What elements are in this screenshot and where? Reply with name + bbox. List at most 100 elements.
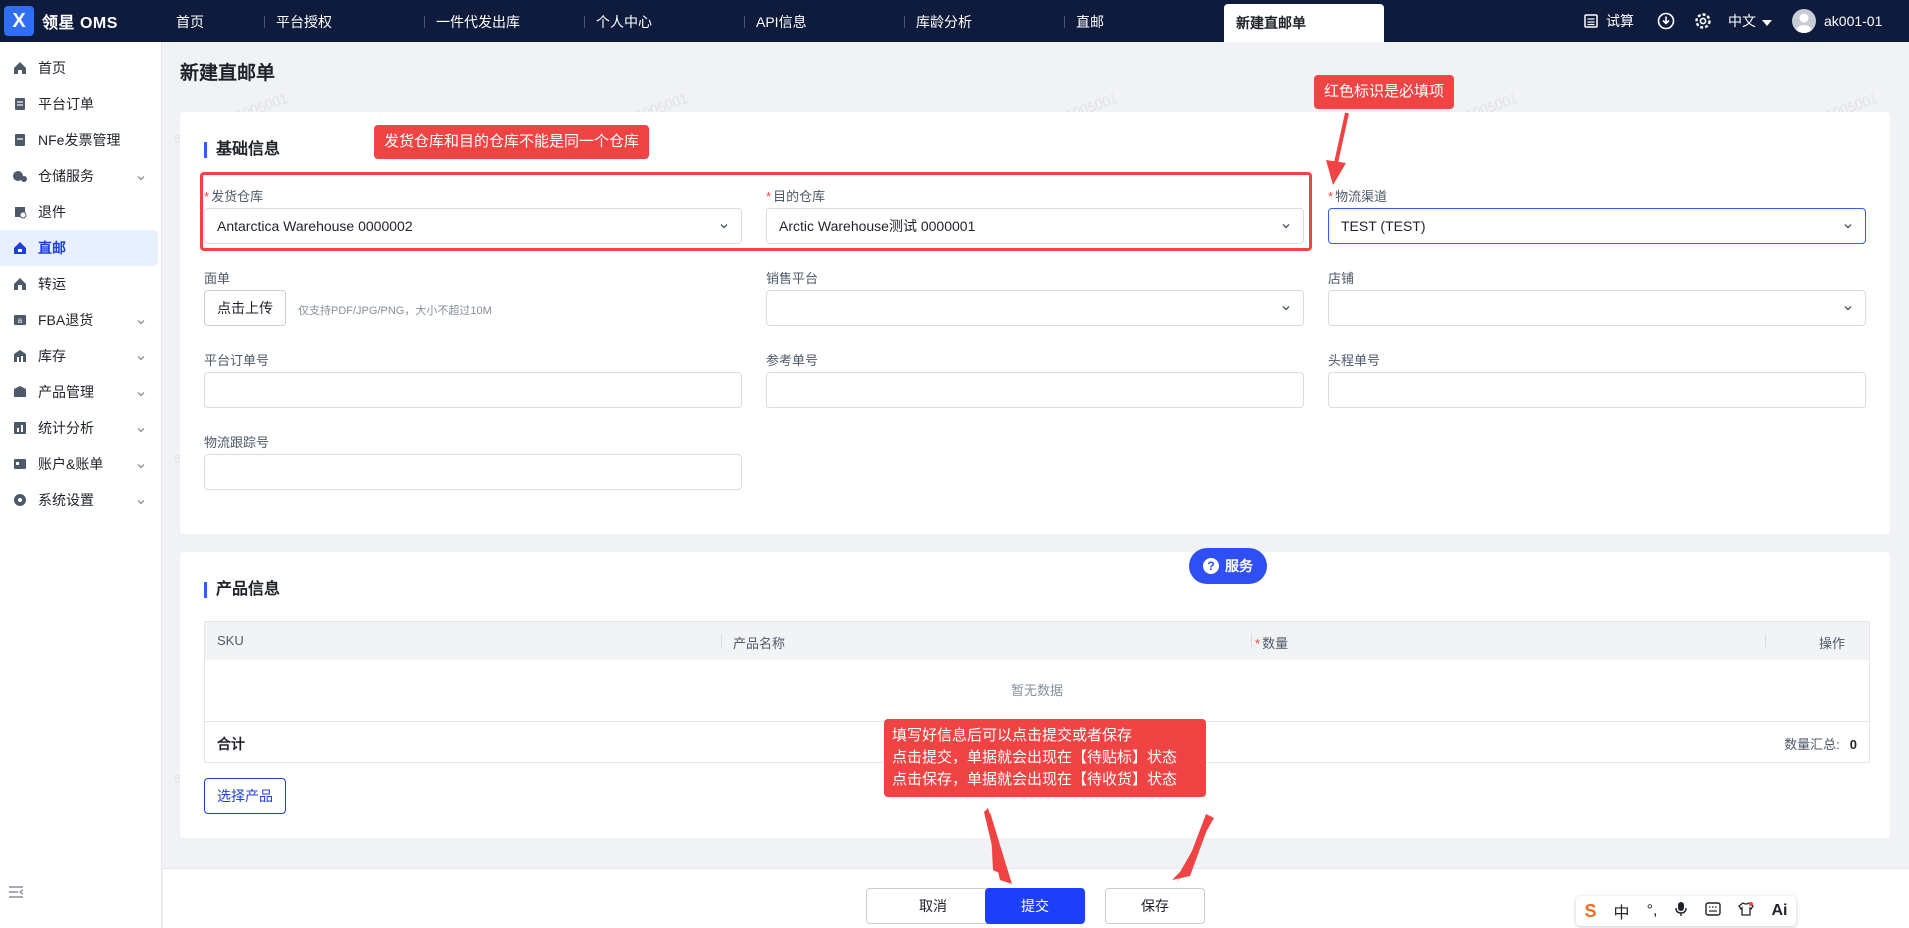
sidebar-item-transfer[interactable]: 转运 bbox=[0, 266, 158, 302]
tracking-number-input[interactable] bbox=[204, 454, 742, 490]
basic-info-title: 基础信息 bbox=[204, 142, 280, 158]
download-icon bbox=[1657, 12, 1675, 30]
avatar-icon bbox=[1792, 9, 1816, 33]
stats-icon bbox=[12, 420, 28, 436]
sidebar-item-product[interactable]: 产品管理 bbox=[0, 374, 158, 410]
shop-select[interactable] bbox=[1328, 290, 1866, 326]
trial-calc-button[interactable]: 试算 bbox=[1582, 0, 1634, 42]
sales-platform-select[interactable] bbox=[766, 290, 1304, 326]
required-note-callout: 红色标识是必填项 bbox=[1314, 75, 1455, 109]
headhaul-number-label: 头程单号 bbox=[1328, 353, 1381, 368]
topnav-tab-home[interactable]: 首页 bbox=[176, 0, 204, 42]
topnav-tab-new-direct-mail[interactable]: 新建直邮单 bbox=[1224, 4, 1384, 42]
ime-punctuation-icon[interactable]: °, bbox=[1647, 902, 1658, 920]
sidebar-item-label: 平台订单 bbox=[38, 96, 94, 112]
topnav-tab-dropship-outbound[interactable]: 一件代发出库 bbox=[436, 0, 520, 42]
reference-number-input[interactable] bbox=[766, 372, 1304, 408]
platform-order-input[interactable] bbox=[204, 372, 742, 408]
save-button[interactable]: 保存 bbox=[1105, 888, 1205, 924]
column-separator bbox=[721, 634, 722, 648]
sidebar: 首页平台订单 NFe发票管理 仓储服务退件直邮 转运 a FBA退货库存产品管理 统计分析账… bbox=[0, 42, 162, 928]
headhaul-number-input[interactable] bbox=[1328, 372, 1866, 408]
trial-calc-label: 试算 bbox=[1606, 13, 1634, 29]
settings-icon bbox=[12, 492, 28, 508]
logistics-channel-value: TEST (TEST) bbox=[1341, 218, 1426, 234]
sidebar-item-order[interactable]: 平台订单 bbox=[0, 86, 158, 122]
sales-platform-label: 销售平台 bbox=[766, 271, 819, 286]
sidebar-item-label: 仓储服务 bbox=[38, 168, 94, 184]
sidebar-item-label: 首页 bbox=[38, 60, 66, 76]
sidebar-item-direct-mail[interactable]: 直邮 bbox=[0, 230, 158, 266]
sidebar-item-account[interactable]: 账户&账单 bbox=[0, 446, 158, 482]
submit-note-line: 填写好信息后可以点击提交或者保存 bbox=[892, 727, 1133, 744]
topnav-separator bbox=[1064, 16, 1065, 28]
chevron-down-icon bbox=[136, 458, 146, 474]
topnav-separator bbox=[424, 16, 425, 28]
direct-mail-icon bbox=[12, 240, 28, 256]
microphone-icon[interactable] bbox=[1674, 901, 1688, 922]
skin-shirt-icon[interactable] bbox=[1738, 901, 1755, 922]
sidebar-item-fba[interactable]: a FBA退货 bbox=[0, 302, 158, 338]
page-title: 新建直邮单 bbox=[180, 63, 276, 84]
sidebar-item-label: 账户&账单 bbox=[38, 456, 104, 472]
tracking-number-label: 物流跟踪号 bbox=[204, 435, 270, 450]
service-label: 服务 bbox=[1225, 558, 1253, 574]
ime-toolbar[interactable]: S 中 °, Ai bbox=[1576, 896, 1796, 926]
table-empty-state: 暂无数据 bbox=[205, 660, 1869, 722]
calculator-icon bbox=[1582, 12, 1600, 30]
top-navigation-bar: X 领星 OMS 首页 平台授权 一件代发出库 个人中心 API信息 库龄分析 … bbox=[0, 0, 1909, 42]
cancel-button[interactable]: 取消 bbox=[866, 888, 1000, 924]
keyboard-icon[interactable] bbox=[1705, 901, 1722, 921]
topnav-tab-direct-mail[interactable]: 直邮 bbox=[1076, 0, 1104, 42]
reference-number-label: 参考单号 bbox=[766, 353, 819, 368]
logistics-channel-label: * 物流渠道 bbox=[1328, 189, 1388, 204]
topnav-tab-inventory-age[interactable]: 库龄分析 bbox=[916, 0, 972, 42]
settings-button[interactable] bbox=[1694, 0, 1712, 42]
inventory-icon bbox=[12, 348, 28, 364]
service-button[interactable]: ? 服务 bbox=[1189, 548, 1267, 584]
chevron-down-icon bbox=[1844, 306, 1852, 311]
topnav-separator bbox=[744, 16, 745, 28]
chevron-down-icon bbox=[136, 350, 146, 366]
topnav-tab-platform-auth[interactable]: 平台授权 bbox=[276, 0, 332, 42]
topnav-separator bbox=[584, 16, 585, 28]
sogou-logo-icon[interactable]: S bbox=[1585, 901, 1597, 922]
upload-button[interactable]: 点击上传 bbox=[204, 290, 286, 326]
app-name: 领星 OMS bbox=[42, 15, 118, 32]
chevron-down-icon bbox=[136, 386, 146, 402]
caret-down-icon bbox=[1762, 13, 1772, 29]
sidebar-item-invoice[interactable]: NFe发票管理 bbox=[0, 122, 158, 158]
language-selector[interactable]: 中文 bbox=[1728, 0, 1772, 42]
select-product-button[interactable]: 选择产品 bbox=[204, 778, 286, 814]
sidebar-item-label: 系统设置 bbox=[38, 492, 94, 508]
submit-button[interactable]: 提交 bbox=[985, 888, 1085, 924]
chevron-down-icon bbox=[136, 494, 146, 510]
download-button[interactable] bbox=[1657, 0, 1675, 42]
sidebar-item-stats[interactable]: 统计分析 bbox=[0, 410, 158, 446]
return-icon bbox=[12, 204, 28, 220]
logistics-channel-select[interactable]: TEST (TEST) bbox=[1328, 208, 1866, 244]
topnav-tab-api-info[interactable]: API信息 bbox=[756, 0, 807, 42]
label-sheet-label: 面单 bbox=[204, 271, 231, 286]
language-label: 中文 bbox=[1728, 13, 1756, 29]
gear-icon bbox=[1694, 12, 1712, 30]
sidebar-item-home[interactable]: 首页 bbox=[0, 50, 158, 86]
sidebar-item-return[interactable]: 退件 bbox=[0, 194, 158, 230]
sidebar-item-warehouse[interactable]: 仓储服务 bbox=[0, 158, 158, 194]
username: ak001-01 bbox=[1824, 13, 1883, 29]
sidebar-item-label: NFe发票管理 bbox=[38, 132, 121, 148]
ime-ai-button[interactable]: Ai bbox=[1771, 902, 1787, 920]
sidebar-item-inventory[interactable]: 库存 bbox=[0, 338, 158, 374]
submit-note-line: 点击保存，单据就会出现在【待收货】状态 bbox=[892, 771, 1178, 788]
chevron-down-icon bbox=[136, 422, 146, 438]
app-logo[interactable]: X 领星 OMS bbox=[4, 6, 118, 36]
sidebar-item-label: 退件 bbox=[38, 204, 66, 220]
sidebar-item-label: 库存 bbox=[38, 348, 66, 364]
shop-label: 店铺 bbox=[1328, 271, 1355, 286]
topnav-tab-personal-center[interactable]: 个人中心 bbox=[596, 0, 652, 42]
sidebar-item-settings[interactable]: 系统设置 bbox=[0, 482, 158, 518]
collapse-sidebar-icon[interactable] bbox=[8, 885, 24, 904]
ime-chinese-mode[interactable]: 中 bbox=[1614, 899, 1630, 923]
user-menu[interactable]: ak001-01 bbox=[1792, 0, 1882, 42]
fba-icon: a bbox=[12, 312, 28, 328]
